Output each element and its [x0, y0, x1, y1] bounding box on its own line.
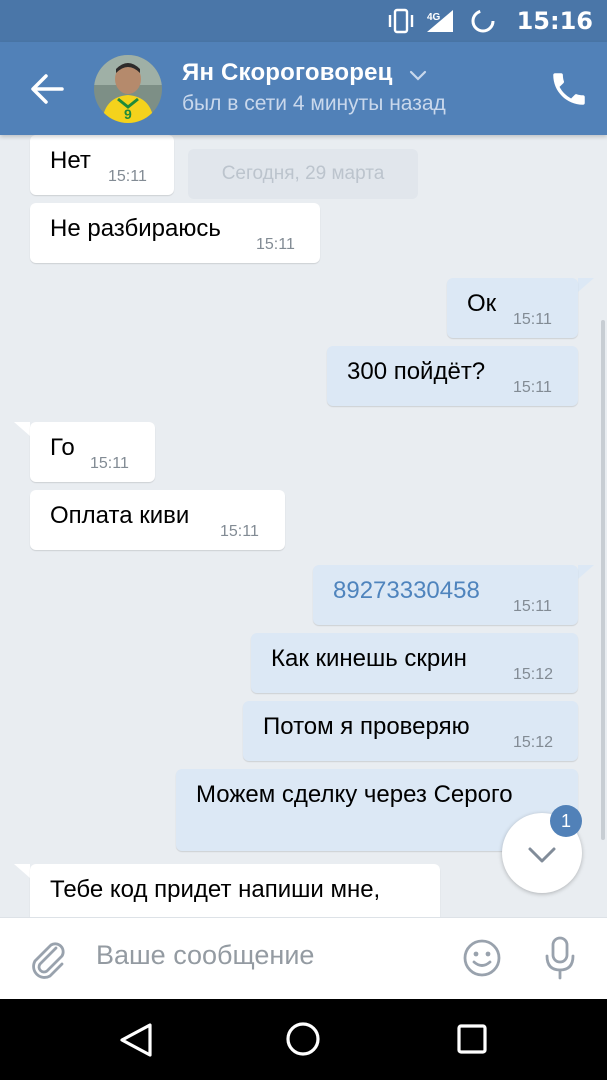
- vibrate-icon: [388, 8, 414, 34]
- contact-name[interactable]: Ян Скороговорец: [182, 59, 393, 87]
- message-incoming[interactable]: Оплата киви 15:11: [30, 490, 285, 550]
- message-text: Потом я проверяю: [263, 713, 470, 740]
- phone-icon[interactable]: [548, 68, 590, 110]
- avatar[interactable]: 9: [94, 55, 162, 123]
- microphone-icon[interactable]: [538, 934, 582, 982]
- message-incoming[interactable]: Го 15:11: [30, 422, 155, 482]
- message-time: 15:11: [90, 455, 129, 472]
- message-time: 15:11: [256, 236, 295, 253]
- message-text: Как кинешь скрин: [271, 645, 467, 672]
- message-outgoing[interactable]: 89273330458 15:11: [313, 565, 578, 625]
- message-text: Оплата киви: [50, 502, 190, 529]
- paperclip-icon[interactable]: [26, 936, 70, 980]
- message-text: 300 пойдёт?: [347, 358, 486, 385]
- svg-text:9: 9: [124, 106, 132, 122]
- chat-header: 9 Ян Скороговорец был в сети 4 минуты на…: [0, 42, 607, 135]
- message-time: 15:11: [108, 168, 147, 185]
- message-outgoing[interactable]: Потом я проверяю 15:12: [243, 701, 578, 761]
- back-arrow-icon[interactable]: [22, 64, 72, 114]
- unread-badge: 1: [550, 805, 582, 837]
- status-time: 15:16: [516, 7, 593, 35]
- message-outgoing[interactable]: Как кинешь скрин 15:12: [251, 633, 578, 693]
- nav-recents-icon[interactable]: [454, 1021, 490, 1057]
- message-time: 15:12: [513, 734, 554, 751]
- message-incoming[interactable]: Нет 15:11: [30, 135, 174, 195]
- date-separator: Сегодня, 29 марта: [188, 149, 418, 199]
- composer: Ваше сообщение: [0, 917, 607, 1000]
- bubble-tail: [14, 422, 30, 436]
- message-text: Го: [50, 434, 75, 461]
- message-outgoing[interactable]: 300 пойдёт? 15:11: [327, 346, 578, 406]
- message-text: Не разбираюсь: [50, 215, 221, 242]
- message-time: 15:11: [513, 311, 552, 328]
- phone-number-link[interactable]: 89273330458: [333, 577, 480, 605]
- message-time: 15:11: [513, 598, 552, 615]
- message-text: Можем сделку через Серого: [196, 781, 513, 808]
- bubble-tail: [14, 864, 30, 878]
- message-incoming[interactable]: Не разбираюсь 15:11: [30, 203, 320, 263]
- system-navigation-bar: [0, 999, 607, 1080]
- message-text: Ок: [467, 290, 497, 317]
- bubble-tail: [578, 565, 594, 579]
- message-outgoing[interactable]: Ок 15:11: [447, 278, 578, 338]
- message-incoming[interactable]: Тебе код придет напиши мне,: [30, 864, 440, 917]
- status-bar: 4G 15:16: [0, 0, 607, 42]
- message-time: 15:11: [220, 523, 259, 540]
- network-type: 4G: [427, 12, 441, 23]
- scrollbar[interactable]: [601, 320, 605, 840]
- message-list[interactable]: Сегодня, 29 марта Нет 15:11 Не разбираюс…: [0, 135, 607, 917]
- message-input[interactable]: Ваше сообщение: [96, 940, 314, 971]
- nav-back-icon[interactable]: [116, 1021, 156, 1059]
- status-icons: 4G: [388, 8, 495, 34]
- message-time: 15:12: [513, 666, 554, 683]
- chevron-down-icon[interactable]: [407, 64, 429, 86]
- emoji-icon[interactable]: [460, 936, 504, 980]
- nav-home-icon[interactable]: [283, 1019, 323, 1059]
- message-time: 15:11: [513, 379, 552, 396]
- bubble-tail: [578, 278, 594, 292]
- message-text: Тебе код придет напиши мне,: [50, 876, 381, 903]
- message-text: Нет: [50, 147, 91, 174]
- battery-loading-icon: [471, 9, 495, 33]
- contact-status: был в сети 4 минуты назад: [182, 92, 446, 115]
